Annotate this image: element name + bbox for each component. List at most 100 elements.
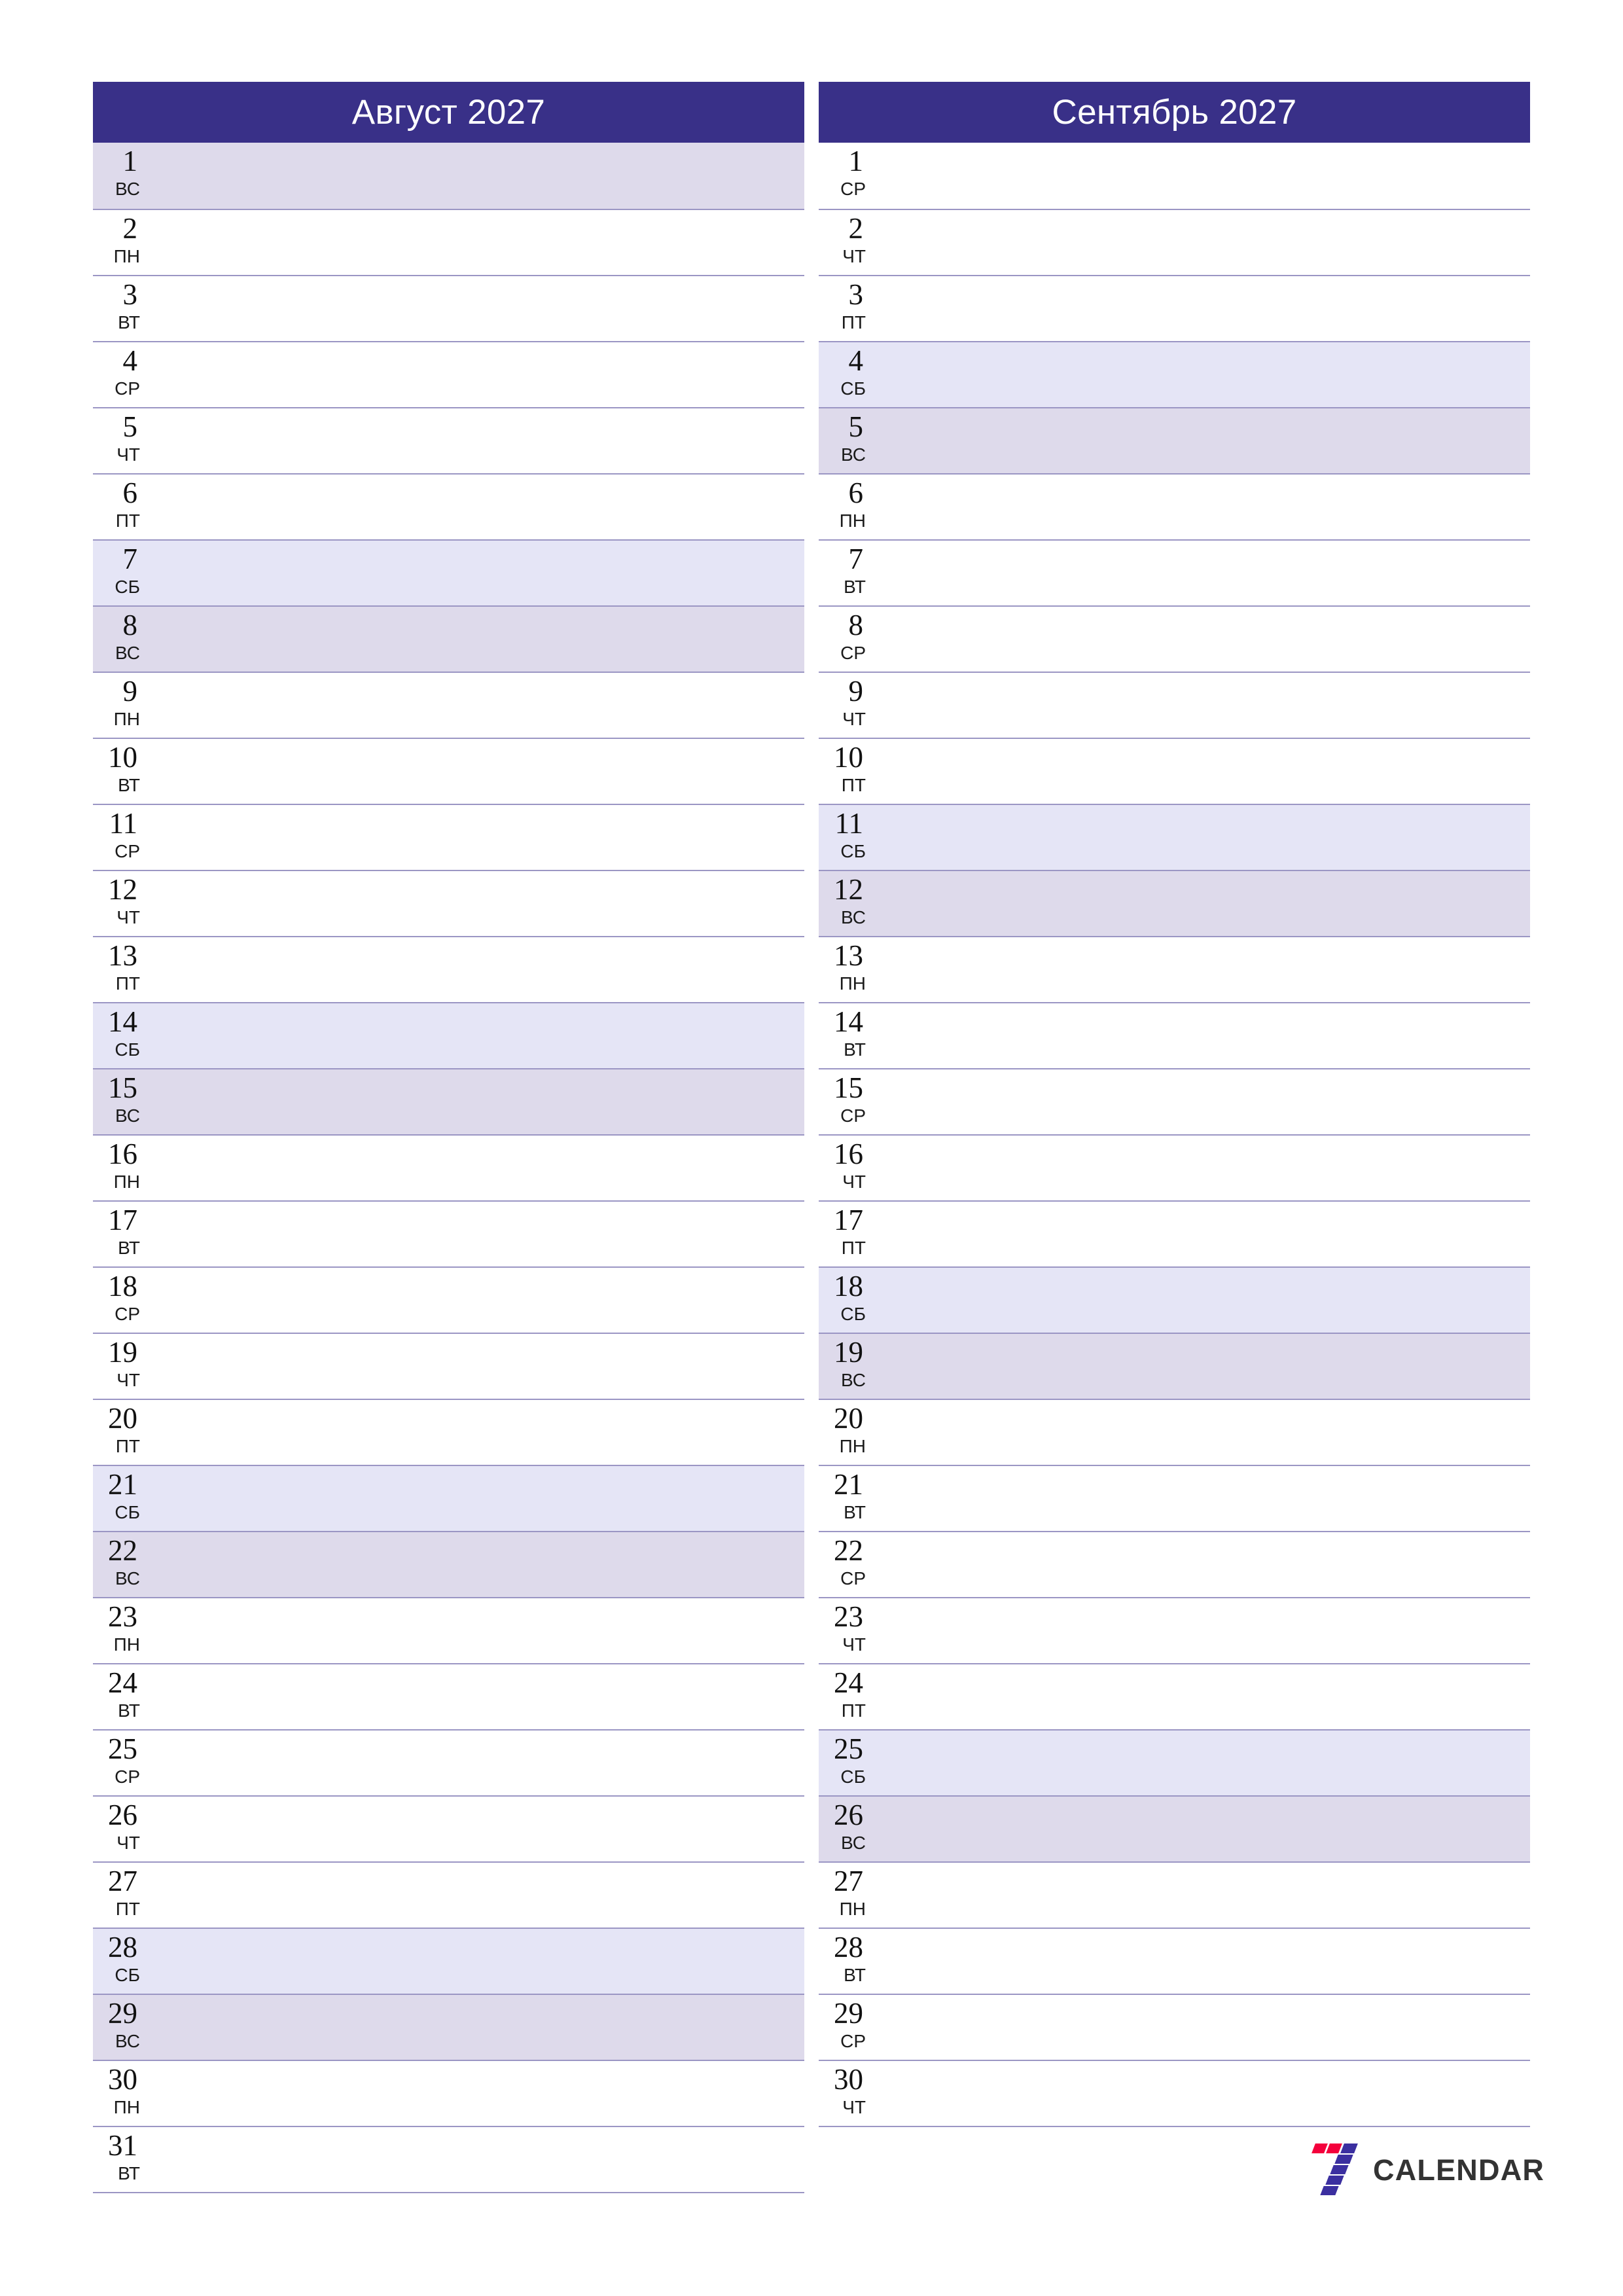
day-row[interactable]: 29 ВС — [93, 1994, 804, 2060]
day-row[interactable]: 8 ВС — [93, 605, 804, 672]
planner-page: Август 2027 1 ВС 2 ПН 3 ВТ 4 СР 5 ЧТ 6 ПТ 7 СБ 8 ВС 9 ПН 1… — [0, 0, 1623, 2296]
day-row[interactable]: 20 ПТ — [93, 1399, 804, 1465]
day-number: 6 — [848, 476, 864, 509]
day-weekday-abbr: ВТ — [844, 1965, 866, 1985]
day-weekday-abbr: ПН — [113, 1172, 140, 1192]
day-row[interactable]: 7 ВТ — [819, 539, 1530, 605]
day-row[interactable]: 3 ПТ — [819, 275, 1530, 341]
day-number: 24 — [108, 1666, 137, 1699]
day-row[interactable]: 4 СБ — [819, 341, 1530, 407]
day-weekday-abbr: ВС — [841, 444, 866, 465]
day-row[interactable]: 26 ВС — [819, 1795, 1530, 1861]
day-row[interactable]: 25 СБ — [819, 1729, 1530, 1795]
day-number: 27 — [834, 1865, 863, 1897]
day-row[interactable]: 9 ЧТ — [819, 672, 1530, 738]
day-weekday-abbr: ВТ — [844, 1502, 866, 1522]
day-row[interactable]: 5 ВС — [819, 407, 1530, 473]
day-weekday-abbr: ВС — [115, 2031, 140, 2051]
day-row[interactable]: 22 ВС — [93, 1531, 804, 1597]
day-row[interactable]: 3 ВТ — [93, 275, 804, 341]
day-row[interactable]: 27 ПТ — [93, 1861, 804, 1928]
day-row[interactable]: 1 СР — [819, 143, 1530, 209]
day-row[interactable]: 30 ПН — [93, 2060, 804, 2126]
day-weekday-abbr: ЧТ — [842, 709, 866, 729]
day-row[interactable]: 8 СР — [819, 605, 1530, 672]
day-weekday-abbr: ПН — [113, 2097, 140, 2117]
day-row[interactable]: 20 ПН — [819, 1399, 1530, 1465]
day-row[interactable]: 6 ПТ — [93, 473, 804, 539]
day-row[interactable]: 11 СР — [93, 804, 804, 870]
day-row[interactable]: 28 СБ — [93, 1928, 804, 1994]
day-weekday-abbr: ВТ — [118, 1238, 140, 1258]
day-number: 17 — [108, 1204, 137, 1236]
day-weekday-abbr: ПТ — [841, 1238, 866, 1258]
day-row[interactable]: 30 ЧТ — [819, 2060, 1530, 2126]
day-number: 20 — [108, 1402, 137, 1435]
day-number: 3 — [122, 278, 138, 311]
day-number: 25 — [834, 1732, 863, 1765]
day-row[interactable]: 24 ВТ — [93, 1663, 804, 1729]
day-row[interactable]: 18 СБ — [819, 1266, 1530, 1333]
day-row[interactable]: 10 ВТ — [93, 738, 804, 804]
day-row[interactable]: 13 ПН — [819, 936, 1530, 1002]
day-weekday-abbr: СБ — [115, 1502, 140, 1522]
day-number: 16 — [108, 1138, 137, 1170]
day-row[interactable]: 7 СБ — [93, 539, 804, 605]
day-row[interactable]: 2 ЧТ — [819, 209, 1530, 275]
day-row[interactable]: 10 ПТ — [819, 738, 1530, 804]
day-row[interactable]: 2 ПН — [93, 209, 804, 275]
day-number: 5 — [122, 410, 138, 443]
day-row[interactable]: 12 ЧТ — [93, 870, 804, 936]
day-row[interactable]: 19 ВС — [819, 1333, 1530, 1399]
day-row[interactable]: 25 СР — [93, 1729, 804, 1795]
day-row[interactable]: 16 ПН — [93, 1134, 804, 1200]
day-row[interactable]: 26 ЧТ — [93, 1795, 804, 1861]
day-number: 28 — [834, 1931, 863, 1964]
day-row[interactable]: 18 СР — [93, 1266, 804, 1333]
day-row[interactable]: 23 ПН — [93, 1597, 804, 1663]
month-column-september: Сентябрь 2027 1 СР 2 ЧТ 3 ПТ 4 СБ 5 ВС 6 ПН 7 ВТ 8 СР 9 Ч… — [819, 82, 1530, 2127]
day-row[interactable]: 16 ЧТ — [819, 1134, 1530, 1200]
day-weekday-abbr: ПН — [839, 511, 866, 531]
day-weekday-abbr: ЧТ — [116, 1833, 140, 1853]
day-row[interactable]: 1 ВС — [93, 143, 804, 209]
day-weekday-abbr: СР — [840, 2031, 866, 2051]
day-weekday-abbr: ВТ — [118, 2163, 140, 2183]
day-row[interactable]: 27 ПН — [819, 1861, 1530, 1928]
day-number: 30 — [834, 2063, 863, 2096]
day-row[interactable]: 13 ПТ — [93, 936, 804, 1002]
day-row[interactable]: 24 ПТ — [819, 1663, 1530, 1729]
day-row[interactable]: 17 ПТ — [819, 1200, 1530, 1266]
day-row[interactable]: 22 СР — [819, 1531, 1530, 1597]
day-row[interactable]: 23 ЧТ — [819, 1597, 1530, 1663]
day-row[interactable]: 9 ПН — [93, 672, 804, 738]
day-row[interactable]: 31 ВТ — [93, 2126, 804, 2192]
day-row[interactable]: 28 ВТ — [819, 1928, 1530, 1994]
day-row[interactable]: 21 СБ — [93, 1465, 804, 1531]
day-number: 29 — [108, 1997, 137, 2030]
day-row[interactable]: 15 СР — [819, 1068, 1530, 1134]
day-row[interactable]: 15 ВС — [93, 1068, 804, 1134]
day-number: 13 — [108, 939, 137, 972]
day-number: 10 — [108, 741, 137, 774]
day-number: 23 — [108, 1600, 137, 1633]
day-row[interactable]: 19 ЧТ — [93, 1333, 804, 1399]
day-row[interactable]: 14 ВТ — [819, 1002, 1530, 1068]
seven-logo-segment-2 — [1326, 2144, 1342, 2153]
day-row[interactable]: 5 ЧТ — [93, 407, 804, 473]
day-row[interactable]: 14 СБ — [93, 1002, 804, 1068]
day-row[interactable]: 17 ВТ — [93, 1200, 804, 1266]
day-row[interactable]: 4 СР — [93, 341, 804, 407]
day-list-september: 1 СР 2 ЧТ 3 ПТ 4 СБ 5 ВС 6 ПН 7 ВТ 8 СР 9 ЧТ 10 ПТ 11 СБ 12 ВС 1… — [819, 143, 1530, 2127]
day-weekday-abbr: ЧТ — [116, 907, 140, 927]
day-row[interactable]: 21 ВТ — [819, 1465, 1530, 1531]
day-weekday-abbr: СБ — [840, 1767, 866, 1787]
day-weekday-abbr: СР — [115, 1304, 140, 1324]
day-row[interactable]: 6 ПН — [819, 473, 1530, 539]
day-number: 15 — [108, 1071, 137, 1104]
month-title-september: Сентябрь 2027 — [1052, 93, 1297, 132]
day-row[interactable]: 29 СР — [819, 1994, 1530, 2060]
seven-logo-icon — [1308, 2144, 1359, 2196]
day-row[interactable]: 11 СБ — [819, 804, 1530, 870]
day-row[interactable]: 12 ВС — [819, 870, 1530, 936]
